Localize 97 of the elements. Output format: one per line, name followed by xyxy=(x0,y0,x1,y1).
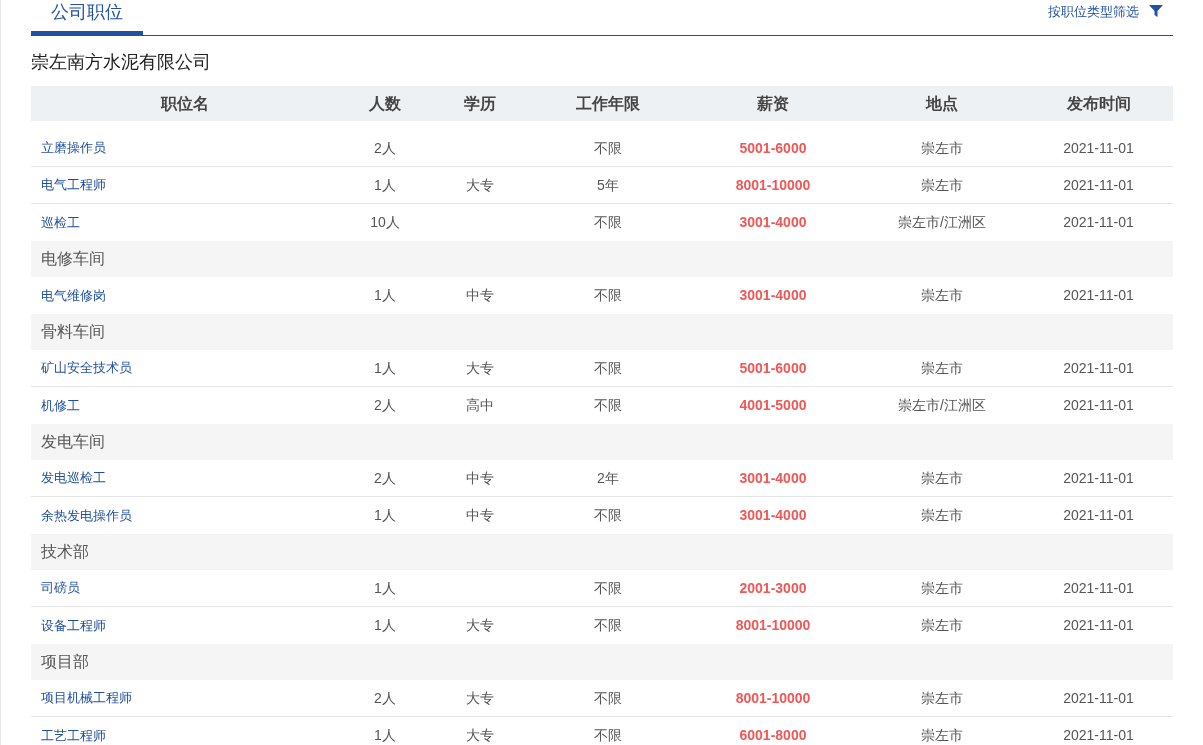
column-header: 人数 xyxy=(369,93,401,114)
experience-cell-text: 5年 xyxy=(597,175,619,195)
experience-cell-text: 不限 xyxy=(594,138,622,158)
job-title-link[interactable]: 立磨操作员 xyxy=(41,138,106,158)
experience-cell-text: 2年 xyxy=(597,468,619,488)
job-title-link[interactable]: 发电巡检工 xyxy=(41,468,106,488)
location-cell-text: 崇左市 xyxy=(921,726,963,745)
headcount-cell-text: 1人 xyxy=(374,175,396,195)
headcount-cell-text: 1人 xyxy=(374,506,396,525)
experience-cell-text: 不限 xyxy=(594,506,622,525)
column-header: 薪资 xyxy=(757,93,789,114)
salary-cell-text: 8001-10000 xyxy=(735,688,811,708)
column-header: 职位名 xyxy=(160,93,209,114)
headcount-cell-text: 2人 xyxy=(374,468,396,488)
column-header: 地点 xyxy=(926,93,958,114)
education-cell-text: 中专 xyxy=(466,286,494,305)
education-cell-text: 大专 xyxy=(466,726,494,745)
headcount-cell-text: 2人 xyxy=(374,396,396,415)
education-cell-text: 大专 xyxy=(466,616,494,635)
salary-cell-text: 8001-10000 xyxy=(735,616,811,635)
headcount-cell-text: 1人 xyxy=(374,578,396,598)
job-title-link[interactable]: 设备工程师 xyxy=(41,615,106,636)
salary-cell-text: 5001-6000 xyxy=(739,358,807,378)
location-cell-text: 崇左市 xyxy=(921,468,963,488)
experience-cell-text: 不限 xyxy=(594,396,622,415)
job-title-link[interactable]: 机修工 xyxy=(41,395,80,416)
salary-cell-text: 4001-5000 xyxy=(739,396,807,415)
department-label: 发电车间 xyxy=(41,432,105,452)
education-cell-text: 中专 xyxy=(466,468,494,488)
location-cell-text: 崇左市/江洲区 xyxy=(898,396,986,415)
department-label: 技术部 xyxy=(41,542,89,562)
headcount-cell-text: 10人 xyxy=(370,213,400,232)
headcount-cell-text: 2人 xyxy=(374,688,396,708)
experience-cell-text: 不限 xyxy=(594,688,622,708)
department-label: 骨料车间 xyxy=(41,322,105,342)
salary-cell-text: 3001-4000 xyxy=(739,468,807,488)
education-cell-text: 大专 xyxy=(466,175,494,195)
salary-cell-text: 3001-4000 xyxy=(739,213,807,232)
date-cell-text: 2021-11-01 xyxy=(1063,175,1134,195)
column-header: 工作年限 xyxy=(576,93,640,114)
job-title-link[interactable]: 电气工程师 xyxy=(41,175,106,195)
experience-cell-text: 不限 xyxy=(594,358,622,378)
education-cell-text: 大专 xyxy=(466,688,494,708)
location-cell-text: 崇左市 xyxy=(921,616,963,635)
job-title-link[interactable]: 司磅员 xyxy=(41,578,80,598)
education-cell-text: 大专 xyxy=(466,358,494,378)
salary-cell-text: 2001-3000 xyxy=(739,578,807,598)
job-title-link[interactable]: 巡检工 xyxy=(41,212,80,233)
experience-cell-text: 不限 xyxy=(594,616,622,635)
education-cell-text: 中专 xyxy=(466,506,494,525)
salary-cell-text: 3001-4000 xyxy=(739,286,807,305)
experience-cell-text: 不限 xyxy=(594,286,622,305)
location-cell-text: 崇左市/江洲区 xyxy=(898,213,986,232)
department-label: 电修车间 xyxy=(41,249,105,269)
location-cell-text: 崇左市 xyxy=(921,688,963,708)
date-cell-text: 2021-11-01 xyxy=(1063,396,1134,415)
location-cell-text: 崇左市 xyxy=(921,578,963,598)
salary-cell-text: 3001-4000 xyxy=(739,506,807,525)
experience-cell-text: 不限 xyxy=(594,578,622,598)
job-title-link[interactable]: 余热发电操作员 xyxy=(41,505,132,526)
date-cell-text: 2021-11-01 xyxy=(1063,506,1134,525)
salary-cell-text: 5001-6000 xyxy=(739,138,807,158)
salary-cell-text: 8001-10000 xyxy=(735,175,811,195)
job-title-link[interactable]: 工艺工程师 xyxy=(41,725,106,745)
date-cell-text: 2021-11-01 xyxy=(1063,213,1134,232)
date-cell-text: 2021-11-01 xyxy=(1063,286,1134,305)
headcount-cell-text: 2人 xyxy=(374,138,396,158)
job-title-link[interactable]: 矿山安全技术员 xyxy=(41,358,132,378)
experience-cell-text: 不限 xyxy=(594,213,622,232)
location-cell-text: 崇左市 xyxy=(921,138,963,158)
experience-cell-text: 不限 xyxy=(594,726,622,745)
education-cell-text: 高中 xyxy=(466,396,494,415)
date-cell-text: 2021-11-01 xyxy=(1063,358,1134,378)
location-cell-text: 崇左市 xyxy=(921,358,963,378)
column-header: 学历 xyxy=(464,93,496,114)
company-name: 崇左南方水泥有限公司 xyxy=(31,51,212,74)
location-cell-text: 崇左市 xyxy=(921,506,963,525)
date-cell-text: 2021-11-01 xyxy=(1063,726,1134,745)
column-header: 发布时间 xyxy=(1066,93,1131,114)
headcount-cell-text: 1人 xyxy=(374,286,396,305)
date-cell-text: 2021-11-01 xyxy=(1063,578,1134,598)
date-cell-text: 2021-11-01 xyxy=(1063,468,1134,488)
tab[interactable]: 公司职位 xyxy=(31,0,143,35)
headcount-cell-text: 1人 xyxy=(374,726,396,745)
job-title-link[interactable]: 项目机械工程师 xyxy=(41,688,132,708)
date-cell-text: 2021-11-01 xyxy=(1063,688,1134,708)
salary-cell-text: 6001-8000 xyxy=(739,726,807,745)
location-cell-text: 崇左市 xyxy=(921,175,963,195)
headcount-cell-text: 1人 xyxy=(374,616,396,635)
filter-icon xyxy=(1149,5,1163,18)
location-cell-text: 崇左市 xyxy=(921,286,963,305)
date-cell-text: 2021-11-01 xyxy=(1063,616,1134,635)
headcount-cell-text: 1人 xyxy=(374,358,396,378)
date-cell-text: 2021-11-01 xyxy=(1063,138,1134,158)
job-title-link[interactable]: 电气维修岗 xyxy=(41,285,106,306)
filter-button[interactable]: 按职位类型筛选 xyxy=(1048,1,1173,35)
department-label: 项目部 xyxy=(41,652,89,672)
